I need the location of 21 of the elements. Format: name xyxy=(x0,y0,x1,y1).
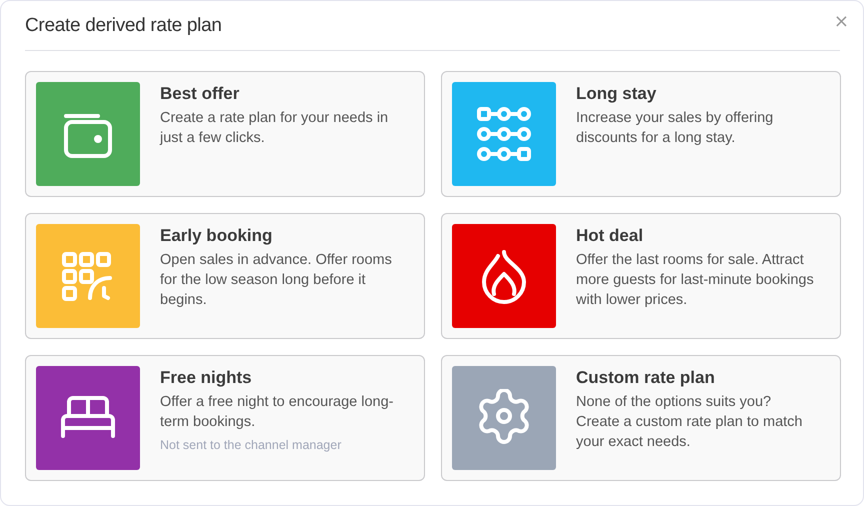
option-card[interactable]: Best offer Create a rate plan for your needs in just a few clicks. xyxy=(25,71,425,197)
option-description: Offer a free night to encourage long-term bookings. xyxy=(160,393,394,432)
option-description: None of the options suits you? Create a custom rate plan to match your exact needs. xyxy=(576,393,804,452)
option-card[interactable]: Custom rate plan None of the options suits you? Create a custom rate plan to match your exact needs. xyxy=(441,355,841,481)
option-title: Free nights xyxy=(160,368,253,388)
option-title: Long stay xyxy=(576,84,658,104)
option-card[interactable]: Long stay Increase your sales by offering discounts for a long stay. xyxy=(441,71,841,197)
dialog-title: Create derived rate plan xyxy=(25,14,222,36)
option-description: Open sales in advance. Offer rooms for the low season long before it begins. xyxy=(160,251,393,310)
option-card[interactable]: Free nights Offer a free night to encourage long-term bookings. Not sent to the channel manager xyxy=(25,355,425,481)
option-note: Not sent to the channel manager xyxy=(160,438,342,452)
option-title: Best offer xyxy=(160,84,240,104)
option-description: Increase your sales by offering discounts for a long stay. xyxy=(576,109,774,148)
option-card[interactable]: Hot deal Offer the last rooms for sale. Attract more guests for last-minute bookings with lower prices. xyxy=(441,213,841,339)
option-title: Early booking xyxy=(160,226,274,246)
node-grid-icon xyxy=(476,106,532,162)
option-description: Create a rate plan for your needs in just a few clicks. xyxy=(160,109,390,148)
option-description: Offer the last rooms for sale. Attract more guests for last-minute bookings with lower prices. xyxy=(576,251,815,310)
option-card[interactable]: Early booking Open sales in advance. Offer rooms for the low season long before it begins. xyxy=(25,213,425,339)
option-title: Custom rate plan xyxy=(576,368,716,388)
option-title: Hot deal xyxy=(576,226,644,246)
